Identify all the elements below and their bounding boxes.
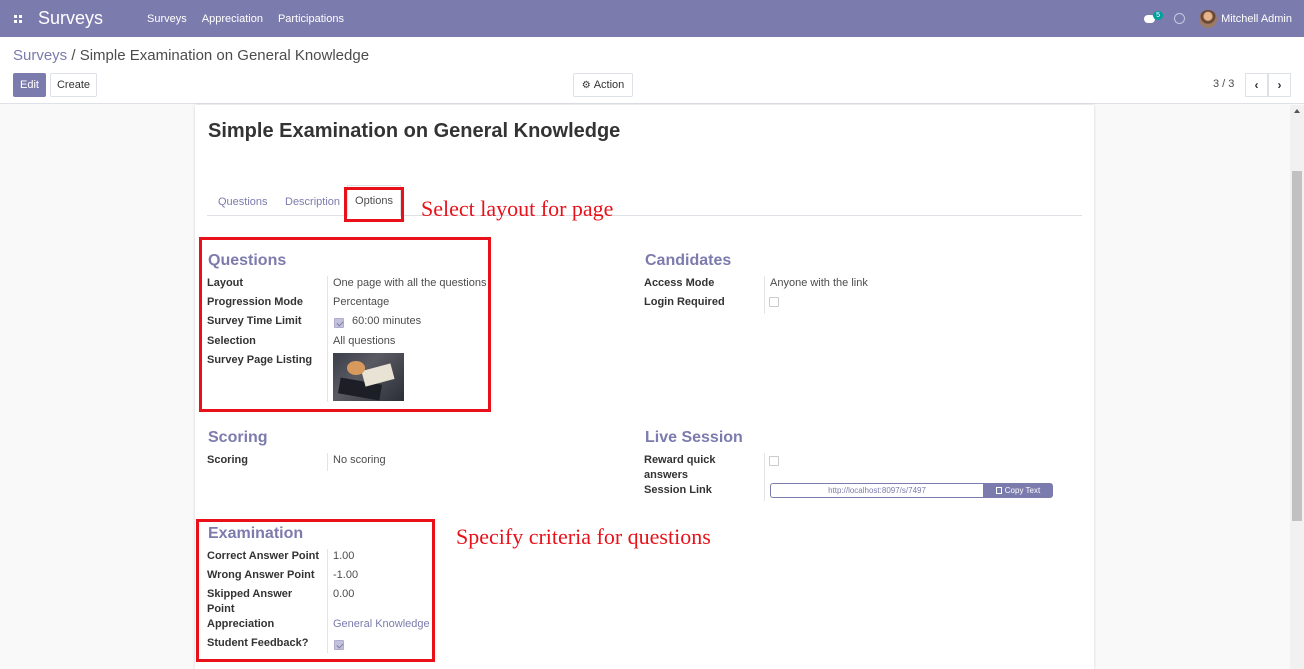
options-tab-highlight — [344, 187, 404, 222]
top-navbar: Surveys Surveys Appreciation Participati… — [0, 0, 1304, 37]
progression-mode-value: Percentage — [333, 296, 390, 308]
chat-badge: 5 — [1153, 10, 1163, 20]
layout-value: One page with all the questions — [333, 277, 487, 289]
selection-value: All questions — [333, 335, 396, 347]
access-mode-value: Anyone with the link — [770, 277, 868, 289]
scroll-up-arrow-icon[interactable] — [1294, 109, 1300, 113]
candidates-separator — [764, 276, 765, 314]
survey-time-limit-value: 60:00 minutes — [352, 315, 422, 327]
copy-text-label: Copy Text — [1004, 486, 1041, 495]
student-feedback-checkbox[interactable] — [334, 640, 344, 650]
create-button[interactable]: Create — [50, 73, 97, 97]
tab-description[interactable]: Description — [285, 196, 340, 208]
appreciation-link[interactable]: General Knowledge — [333, 617, 430, 632]
avatar[interactable] — [1199, 9, 1218, 28]
wrong-answer-point-label: Wrong Answer Point — [207, 569, 315, 581]
breadcrumb-current: Simple Examination on General Knowledge — [79, 47, 370, 64]
questions-separator — [327, 276, 328, 402]
live-session-separator — [764, 453, 765, 501]
examination-separator — [327, 549, 328, 653]
activity-clock-icon[interactable] — [1174, 13, 1186, 24]
progression-mode-label: Progression Mode — [207, 296, 303, 308]
reward-quick-answers-checkbox[interactable] — [769, 456, 779, 466]
user-name[interactable]: Mitchell Admin — [1221, 13, 1292, 25]
app-name[interactable]: Surveys — [38, 8, 103, 29]
menu-participations[interactable]: Participations — [278, 13, 344, 25]
session-link-label: Session Link — [644, 484, 712, 496]
pager-value[interactable]: 3 / 3 — [1213, 78, 1234, 90]
layout-label: Layout — [207, 277, 244, 289]
breadcrumb-separator: / — [71, 47, 76, 64]
chat-icon[interactable]: 5 — [1144, 10, 1163, 26]
survey-page-listing-label: Survey Page Listing — [207, 354, 313, 366]
breadcrumb-surveys-link[interactable]: Surveys — [13, 47, 67, 64]
examination-group-title: Examination — [208, 525, 304, 542]
questions-group-title: Questions — [208, 252, 287, 269]
apps-grid-icon[interactable] — [0, 0, 36, 37]
survey-time-limit-label: Survey Time Limit — [207, 315, 302, 327]
correct-answer-point-value: 1.00 — [333, 550, 355, 562]
criteria-annotation: Specify criteria for questions — [456, 524, 711, 549]
breadcrumb: Surveys / Simple Examination on General … — [13, 47, 369, 64]
control-panel: Surveys / Simple Examination on General … — [0, 37, 1304, 104]
reward-quick-answers-label: Reward quick answers — [644, 454, 716, 481]
live-session-group-title: Live Session — [645, 429, 743, 446]
login-required-label: Login Required — [644, 296, 725, 308]
login-required-checkbox[interactable] — [769, 297, 779, 307]
action-button[interactable]: ⚙ Action — [573, 73, 633, 97]
skipped-answer-point-value: 0.00 — [333, 588, 355, 600]
scoring-value: No scoring — [333, 454, 386, 466]
notebook-tabs: Questions Description Options — [207, 185, 1082, 217]
pager-next-button[interactable]: › — [1268, 73, 1291, 97]
layout-annotation: Select layout for page — [421, 196, 614, 221]
student-feedback-label: Student Feedback? — [207, 637, 309, 649]
menu-appreciation[interactable]: Appreciation — [202, 13, 263, 25]
menu-surveys[interactable]: Surveys — [147, 13, 187, 25]
copy-text-button[interactable]: Copy Text — [983, 483, 1053, 498]
wrong-answer-point-value: -1.00 — [333, 569, 359, 581]
candidates-group-title: Candidates — [645, 252, 732, 269]
edit-button[interactable]: Edit — [13, 73, 46, 97]
scoring-label: Scoring — [207, 454, 248, 466]
survey-background-image[interactable] — [333, 353, 404, 401]
access-mode-label: Access Mode — [644, 277, 715, 289]
copy-icon — [995, 487, 1002, 494]
appreciation-label: Appreciation — [207, 618, 275, 630]
scoring-separator — [327, 453, 328, 471]
session-link-field[interactable]: http://localhost:8097/s/7497 — [770, 483, 984, 498]
correct-answer-point-label: Correct Answer Point — [207, 550, 320, 562]
scrollbar[interactable] — [1290, 105, 1304, 669]
action-label: Action — [593, 79, 625, 91]
scroll-thumb[interactable] — [1292, 171, 1302, 521]
record-title: Simple Examination on General Knowledge — [208, 120, 621, 142]
selection-label: Selection — [207, 335, 256, 347]
gear-icon: ⚙ — [581, 79, 591, 91]
pager-previous-button[interactable]: ‹ — [1245, 73, 1268, 97]
tab-questions[interactable]: Questions — [218, 196, 268, 208]
time-limit-checkbox[interactable] — [334, 318, 344, 328]
scoring-group-title: Scoring — [208, 429, 268, 446]
skipped-answer-point-label: Skipped Answer Point — [207, 588, 293, 615]
